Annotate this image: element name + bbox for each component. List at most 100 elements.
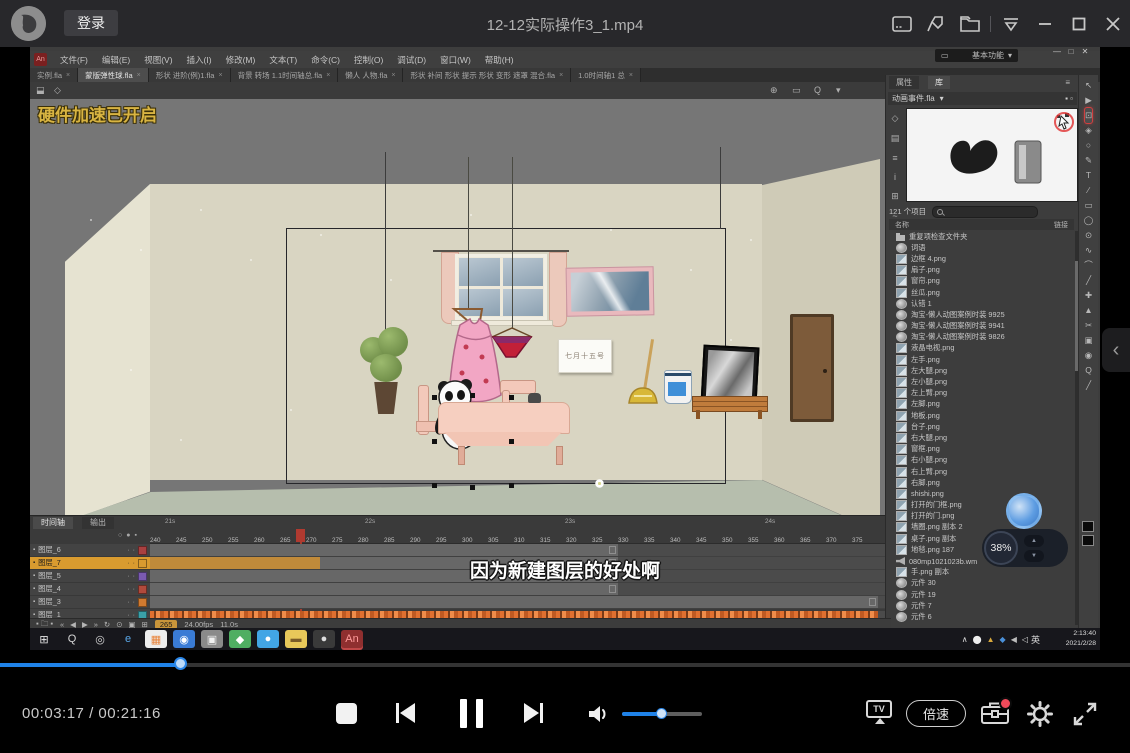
layer-row: ▪ 图层_7 ·· <box>30 557 150 570</box>
layer-color-chip <box>138 598 147 607</box>
tool-icon: Q <box>1085 363 1092 378</box>
zoom-percent-badge: 38% <box>984 531 1018 565</box>
library-item: 左大腿.png <box>888 365 1071 376</box>
library-item: 左手.png <box>888 354 1071 365</box>
broom-head <box>628 386 658 404</box>
volume-icon[interactable] <box>586 702 612 726</box>
player-logo[interactable] <box>11 6 46 41</box>
layer-icon: ▪ <box>33 573 35 579</box>
taskbar-app-icon: e <box>117 630 139 648</box>
progress-thumb[interactable] <box>174 657 187 670</box>
library-item-count: 121 个项目 <box>889 206 926 217</box>
layer-color-chip <box>138 585 147 594</box>
tv-bench <box>692 396 768 412</box>
current-time: 00:03:17 <box>22 705 84 722</box>
ruler-frame-number: 260 <box>254 537 280 544</box>
library-item: 淘宝-懒人动图案例时装 9941 <box>888 321 1071 332</box>
layer-color-chip <box>138 572 147 581</box>
playlist-toggle[interactable]: ‹ <box>1102 328 1130 372</box>
library-item-icon <box>896 235 905 241</box>
ruler-frame-number: 335 <box>644 537 670 544</box>
library-item-icon <box>896 489 907 499</box>
subtitle-icon[interactable] <box>885 9 919 39</box>
tv-cast-button[interactable]: TV <box>866 700 896 726</box>
panel-menu-icon: ≡ <box>1058 76 1077 89</box>
taskbar-app-icon: ◎ <box>89 630 111 648</box>
taskbar-app-icon: ▣ <box>201 630 223 648</box>
tab-close-icon: × <box>629 72 633 79</box>
tab-close-icon: × <box>326 72 330 79</box>
library-item: 地板.png <box>888 410 1071 421</box>
library-search-input[interactable] <box>932 206 1038 218</box>
toolbox-button[interactable] <box>980 700 1012 727</box>
animate-menu-item: 窗口(W) <box>433 54 478 66</box>
tool-icon: ⌒ <box>1084 258 1093 273</box>
tool-icon: ⊙ <box>1085 228 1092 243</box>
tool-icon: ▭ <box>1084 198 1092 213</box>
player-titlebar: 登录 12-12实际操作3_1.mp4 <box>0 0 1130 47</box>
pause-button[interactable] <box>460 699 483 728</box>
volume-thumb[interactable] <box>656 708 667 719</box>
titlebar-divider <box>990 16 991 32</box>
login-button[interactable]: 登录 <box>64 10 118 36</box>
tool-icon: ╱ <box>1086 273 1091 288</box>
scene-door <box>790 314 834 422</box>
ruler-frame-number: 325 <box>592 537 618 544</box>
fullscreen-button[interactable] <box>1072 701 1098 727</box>
settings-button[interactable] <box>1026 700 1054 728</box>
stop-button[interactable] <box>336 703 357 724</box>
animate-menu-item: 控制(O) <box>347 54 390 66</box>
layer-icon: ▪ <box>33 599 35 605</box>
library-item-icon <box>896 422 907 432</box>
animate-logo: An <box>34 53 47 66</box>
layer-color-chip <box>138 559 147 568</box>
library-item: 左小腿.png <box>888 376 1071 387</box>
library-item-icon <box>896 332 907 342</box>
selection-handle <box>432 395 437 400</box>
taskbar-app-icon: An <box>341 630 363 648</box>
panel-strip-icon: ◇ <box>892 113 899 124</box>
minimize-button[interactable] <box>1028 9 1062 39</box>
progress-bar[interactable] <box>0 663 1130 667</box>
layer-row: ▪ 图层_5 ·· <box>30 570 150 583</box>
plugin-pin-icon[interactable] <box>919 9 953 39</box>
previous-button[interactable] <box>396 703 415 723</box>
layer-frames <box>150 596 885 609</box>
library-item: 窗框.png <box>888 444 1071 455</box>
animate-stage: 七月十五号 <box>30 99 885 515</box>
library-item-icon <box>896 388 907 398</box>
window-title: 12-12实际操作3_1.mp4 <box>487 14 644 35</box>
library-item-icon <box>896 601 907 611</box>
dropdown-menu-icon[interactable] <box>994 9 1028 39</box>
time-display: 00:03:17 / 00:21:16 <box>22 705 161 722</box>
close-button[interactable] <box>1096 9 1130 39</box>
video-subtitle: 因为新建图层的好处啊 <box>470 556 660 583</box>
time-separator: / <box>89 705 94 722</box>
library-item-icon <box>896 299 907 309</box>
maximize-button[interactable] <box>1062 9 1096 39</box>
playhead <box>296 529 305 542</box>
library-item-icon <box>896 321 907 331</box>
library-item-icon <box>896 366 907 376</box>
document-tab: 背景 转场 1.1时间轴总.fla× <box>231 68 339 82</box>
ruler-second-marker: 23s <box>565 518 575 525</box>
library-item-icon <box>896 276 907 286</box>
selection-handle <box>509 439 514 444</box>
library-item: 元件 6 <box>888 611 1071 622</box>
tool-icon: ✂ <box>1085 318 1092 333</box>
library-item: 扇子.png <box>888 265 1071 276</box>
tool-icon: ∿ <box>1085 243 1092 258</box>
tool-icon: ◯ <box>1084 213 1094 228</box>
recorder-zoom-indicator: 38% ▲ ▼ <box>982 529 1068 567</box>
ruler-frame-number: 245 <box>176 537 202 544</box>
table-skirt <box>444 432 562 446</box>
ruler-frame-number: 370 <box>826 537 852 544</box>
guide-line <box>720 147 721 229</box>
selection-handle <box>470 485 475 490</box>
playback-speed-button[interactable]: 倍速 <box>906 700 966 727</box>
stroke-color-swatch <box>1082 521 1094 532</box>
library-item-icon <box>896 522 907 532</box>
folder-icon[interactable] <box>953 9 987 39</box>
taskbar-app-icon: ● <box>257 630 279 648</box>
next-button[interactable] <box>524 703 543 723</box>
